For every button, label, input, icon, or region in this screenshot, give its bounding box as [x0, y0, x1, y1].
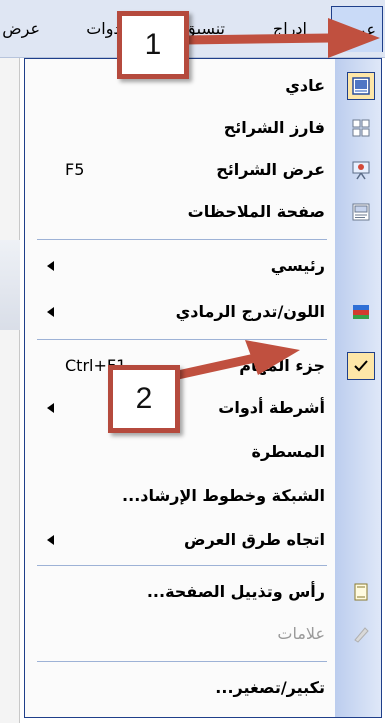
menu-item-label: عادي: [285, 76, 325, 95]
menu-item-label: فارز الشرائح: [223, 118, 325, 137]
color-grayscale-icon: [347, 298, 375, 326]
submenu-arrow-icon: [47, 261, 54, 271]
menu-item-grid-guides[interactable]: الشبكة وخطوط الإرشاد...: [25, 475, 383, 517]
menu-item-slide-sorter[interactable]: فارز الشرائح: [25, 107, 383, 149]
menu-separator: [37, 239, 327, 240]
menu-item-markup: علامات: [25, 613, 383, 655]
menu-separator: [37, 661, 327, 662]
menu-item-label: صفحة الملاحظات: [187, 202, 325, 221]
callout-arrow-1: [180, 18, 380, 58]
markup-icon: [347, 620, 375, 648]
menu-item-slide-show[interactable]: عرض الشرائح F5: [25, 149, 383, 191]
menu-item-label: الشبكة وخطوط الإرشاد...: [122, 486, 325, 505]
menu-item-header-footer[interactable]: رأس وتذييل الصفحة...: [25, 571, 383, 613]
menu-item-zoom[interactable]: تكبير/تصغير...: [25, 667, 383, 709]
menu-item-label: عرض الشرائح: [216, 160, 325, 179]
menu-item-label: رأس وتذييل الصفحة...: [146, 582, 325, 601]
menu-item-label: تكبير/تصغير...: [215, 678, 325, 697]
callout-1: 1: [117, 11, 189, 79]
submenu-arrow-icon: [47, 307, 54, 317]
callout-2: 2: [108, 365, 180, 433]
normal-view-icon: [347, 72, 375, 100]
notes-page-icon: [347, 198, 375, 226]
slide-sorter-icon: [347, 114, 375, 142]
menu-item-label: اللون/تدرج الرمادي: [175, 302, 325, 321]
menu-item-label: علامات: [277, 624, 325, 643]
menu-item-normal[interactable]: عادي: [25, 65, 383, 107]
submenu-arrow-icon: [47, 403, 54, 413]
background-watermark: [0, 240, 20, 330]
menu-item-label: اتجاه طرق العرض: [184, 530, 325, 549]
check-icon: [347, 352, 375, 380]
submenu-arrow-icon: [47, 535, 54, 545]
document-edge: [0, 58, 20, 723]
menu-item-ruler[interactable]: المسطرة: [25, 431, 383, 473]
menu-item-notes-page[interactable]: صفحة الملاحظات: [25, 191, 383, 233]
menu-item-view-direction[interactable]: اتجاه طرق العرض: [25, 519, 383, 561]
menu-separator: [37, 565, 327, 566]
menu-item-shortcut: F5: [65, 160, 85, 179]
menu-item-color-grayscale[interactable]: اللون/تدرج الرمادي: [25, 291, 383, 333]
menu-item-label: المسطرة: [251, 442, 325, 461]
menu-item-label: رئيسي: [270, 256, 325, 275]
menu-view-2[interactable]: عرض: [2, 6, 40, 52]
menu-item-master[interactable]: رئيسي: [25, 245, 383, 287]
slide-show-icon: [347, 156, 375, 184]
header-footer-icon: [347, 578, 375, 606]
